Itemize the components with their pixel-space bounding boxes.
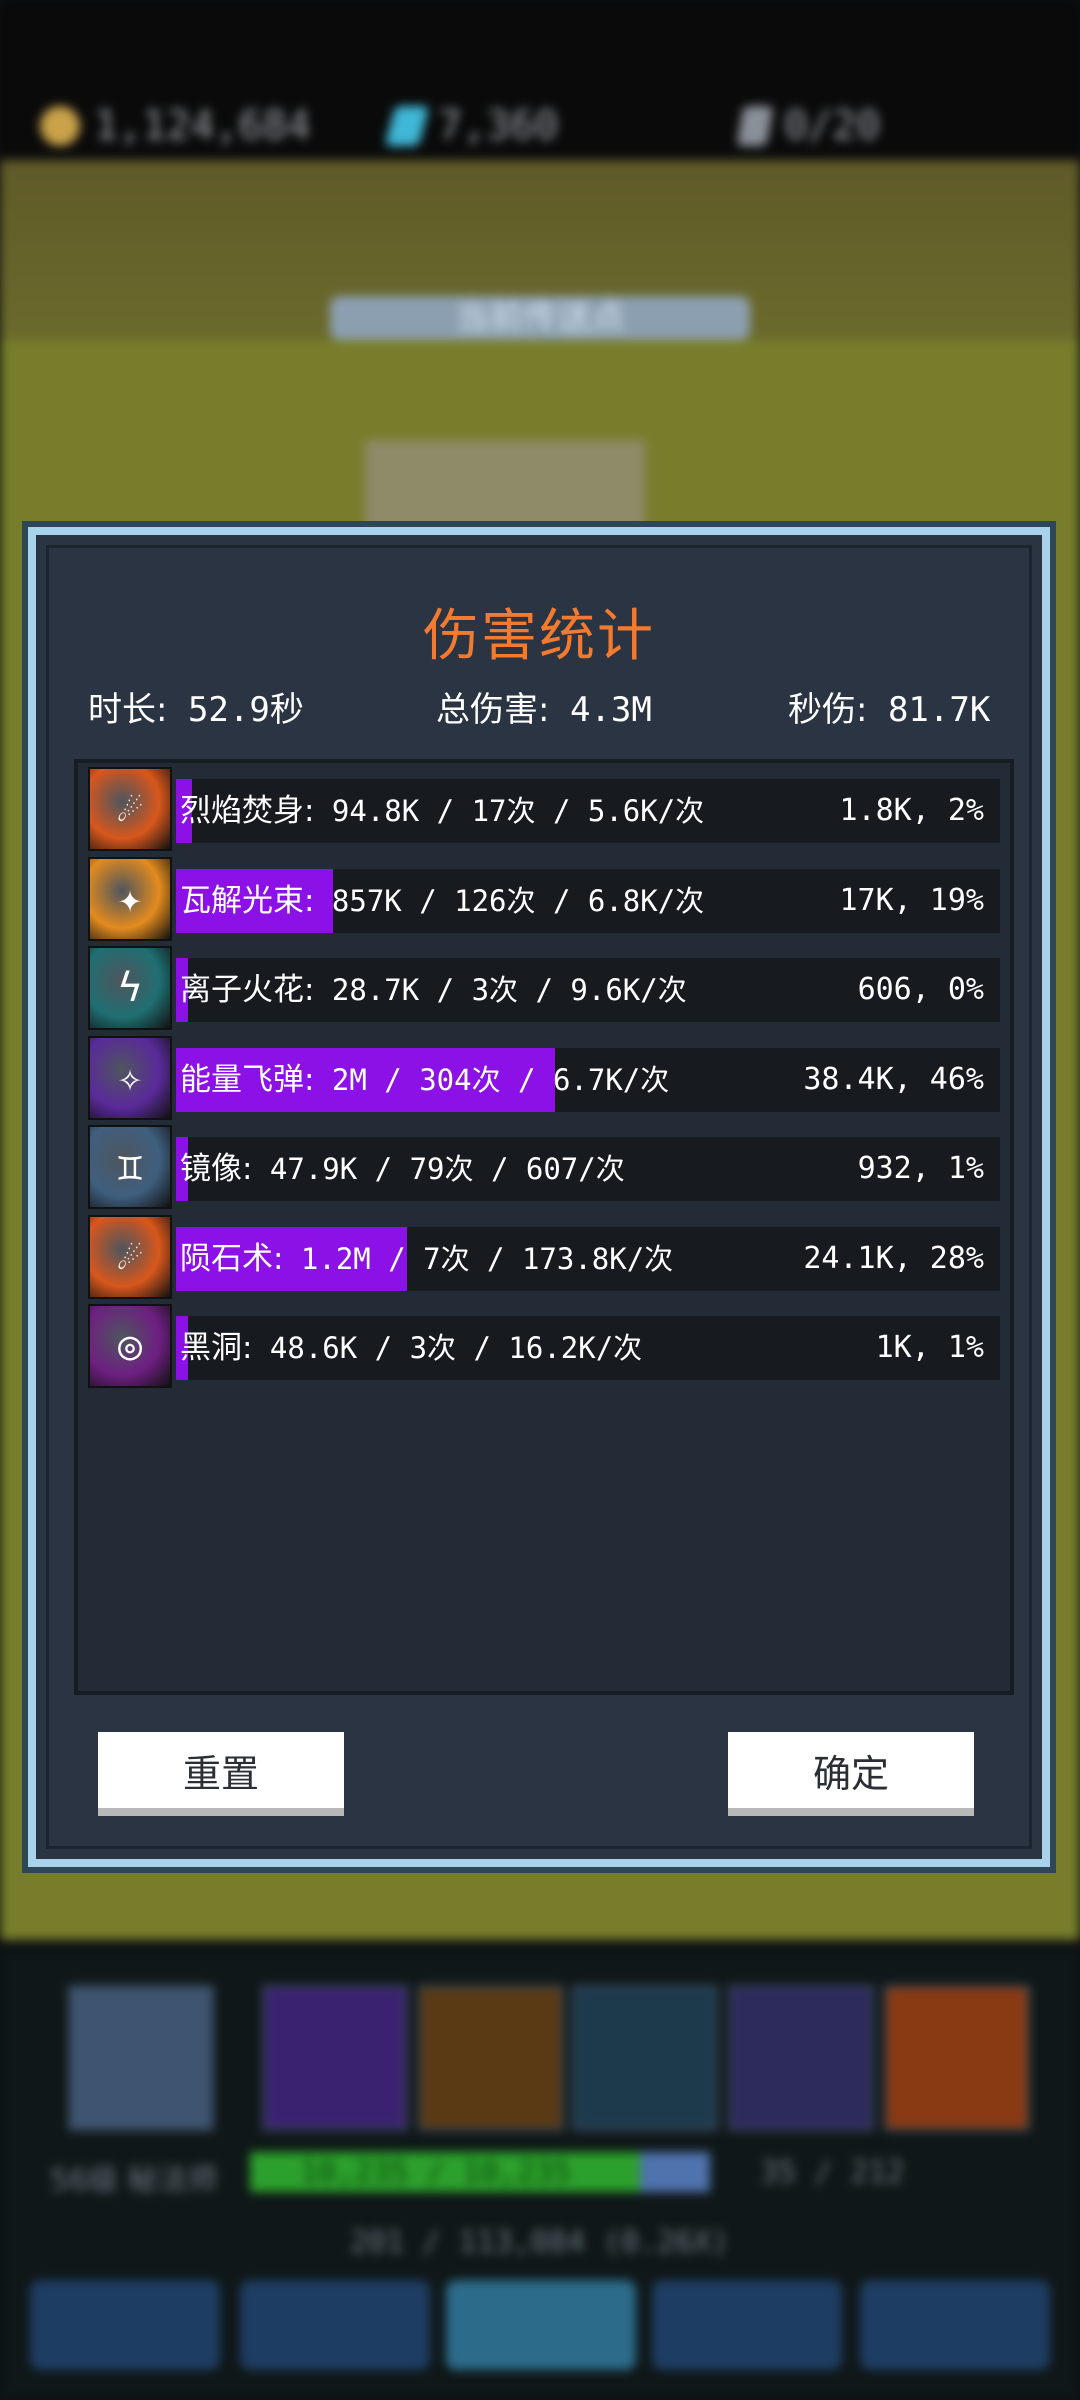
skill-dps-share: 1K, 1% — [875, 1330, 984, 1365]
nav-bag[interactable] — [240, 2280, 430, 2370]
skill-stats-text: 镜像: 47.9K / 79次 / 607/次 — [180, 1137, 625, 1201]
skill-name: 黑洞: — [180, 1330, 253, 1366]
dps-value: 81.7K — [887, 690, 991, 730]
skill-dps-share: 932, 1% — [857, 1151, 984, 1186]
hero-level-label: 56级 秘法师 — [50, 2163, 218, 2198]
skill-dps-share: 24.1K, 28% — [803, 1240, 984, 1276]
skill-dps-share: 38.4K, 46% — [803, 1061, 984, 1097]
skill-row: ♊ 镜像: 47.9K / 79次 / 607/次 932, 1% — [88, 1125, 1000, 1209]
mp-bar — [640, 2152, 710, 2192]
skill-detail: 857K / 126次 / 6.8K/次 — [314, 883, 705, 918]
hp-text: 10,235 / 10,235 — [300, 2155, 571, 2190]
skill-detail: 94.8K / 17次 / 5.6K/次 — [314, 794, 705, 828]
skill-stats-text: 瓦解光束: 857K / 126次 / 6.8K/次 — [180, 869, 704, 933]
skill-stats-text: 离子火花: 28.7K / 3次 / 9.6K/次 — [180, 958, 687, 1022]
lightning-icon: ϟ — [88, 946, 172, 1030]
skill-slot-3 — [572, 1985, 718, 2131]
skill-name: 镜像: — [180, 1151, 253, 1187]
skill-name: 陨石术: — [180, 1240, 284, 1277]
meteor-icon: ☄ — [88, 1214, 172, 1299]
skill-slot-4 — [728, 1985, 874, 2131]
skill-dps-share: 606, 0% — [857, 972, 984, 1007]
light-star-icon: ✦ — [88, 856, 172, 941]
gem-value: 7,360 — [438, 103, 559, 149]
total-damage-value: 4.3M — [569, 690, 652, 730]
skill-slot-2 — [418, 1985, 564, 2131]
skill-name: 烈焰焚身: — [180, 793, 315, 829]
stone-value: 0/20 — [784, 103, 881, 149]
skill-detail: 48.6K / 3次 / 16.2K/次 — [252, 1331, 643, 1365]
skill-slot-1 — [262, 1985, 408, 2131]
skill-dps-share: 17K, 19% — [839, 882, 985, 918]
energy-missile-icon: ✧ — [88, 1035, 172, 1120]
gold-value: 1,124,684 — [94, 103, 311, 149]
skill-row: ϟ 离子火花: 28.7K / 3次 / 9.6K/次 606, 0% — [88, 946, 1000, 1030]
black-hole-icon: ◎ — [88, 1304, 172, 1388]
mp-text: 35 / 212 — [760, 2155, 905, 2190]
stone-icon — [736, 106, 774, 146]
nav-battle[interactable] — [446, 2280, 636, 2370]
skill-slot-5 — [884, 1985, 1030, 2131]
skill-stats-text: 黑洞: 48.6K / 3次 / 16.2K/次 — [180, 1316, 642, 1380]
skill-name: 瓦解光束: — [180, 882, 315, 919]
dps-stat: 秒伤: 81.7K — [788, 682, 990, 731]
duration-value: 52.9秒 — [187, 690, 304, 730]
duration-label: 时长: — [88, 690, 168, 730]
portal-banner: 当前传送点 — [330, 296, 750, 340]
skill-row: ◎ 黑洞: 48.6K / 3次 / 16.2K/次 1K, 1% — [88, 1304, 1000, 1388]
nav-shop[interactable] — [30, 2280, 220, 2370]
total-damage-stat: 总伤害: 4.3M — [436, 682, 652, 731]
fire-meteor-icon: ☄ — [88, 767, 172, 851]
stone-wall — [365, 440, 645, 540]
skill-row: ☄ 烈焰焚身: 94.8K / 17次 / 5.6K/次 1.8K, 2% — [88, 767, 1000, 851]
skill-damage-list: ☄ 烈焰焚身: 94.8K / 17次 / 5.6K/次 1.8K, 2% ✦ 瓦解光束… — [74, 759, 1014, 1695]
gem-icon — [384, 106, 430, 146]
dialog-title: 伤害统计 — [423, 604, 655, 669]
skill-name: 能量飞弹: — [180, 1061, 315, 1098]
skill-detail: 47.9K / 79次 / 607/次 — [252, 1152, 625, 1186]
coin-icon — [40, 106, 80, 146]
duration-stat: 时长: 52.9秒 — [88, 682, 304, 731]
nav-academy[interactable] — [652, 2280, 842, 2370]
skill-stats-text: 陨石术: 1.2M / 7次 / 173.8K/次 — [180, 1227, 673, 1291]
skill-row: ☄ 陨石术: 1.2M / 7次 / 173.8K/次 24.1K, 28% — [88, 1214, 1000, 1299]
skill-dps-share: 1.8K, 2% — [839, 793, 985, 828]
skill-row: ✦ 瓦解光束: 857K / 126次 / 6.8K/次 17K, 19% — [88, 856, 1000, 941]
mirror-image-icon: ♊ — [88, 1125, 172, 1209]
dps-label: 秒伤: — [788, 690, 868, 730]
total-damage-label: 总伤害: — [436, 690, 550, 730]
gold-counter: 1,124,684 — [40, 100, 311, 152]
confirm-button[interactable]: 确定 — [728, 1732, 974, 1816]
skill-detail: 28.7K / 3次 / 9.6K/次 — [314, 973, 687, 1007]
exp-text: 201 / 113,084 (0.26X) — [350, 2225, 730, 2260]
skill-row: ✧ 能量飞弹: 2M / 304次 / 6.7K/次 38.4K, 46% — [88, 1035, 1000, 1120]
skill-name: 离子火花: — [180, 972, 315, 1008]
skill-stats-text: 能量飞弹: 2M / 304次 / 6.7K/次 — [180, 1048, 669, 1112]
hero-portrait — [68, 1985, 214, 2131]
damage-stats-dialog: 伤害统计 时长: 52.9秒 总伤害: 4.3M 秒伤: 81.7K ☄ 烈焰焚身… — [28, 527, 1050, 1867]
stone-counter: 0/20 — [736, 100, 881, 152]
skill-detail: 1.2M / 7次 / 173.8K/次 — [283, 1241, 674, 1276]
skill-detail: 2M / 304次 / 6.7K/次 — [314, 1062, 670, 1097]
reset-button[interactable]: 重置 — [98, 1732, 344, 1816]
nav-camp[interactable] — [860, 2280, 1050, 2370]
gem-counter: 7,360 — [384, 100, 559, 152]
skill-stats-text: 烈焰焚身: 94.8K / 17次 / 5.6K/次 — [180, 779, 704, 843]
